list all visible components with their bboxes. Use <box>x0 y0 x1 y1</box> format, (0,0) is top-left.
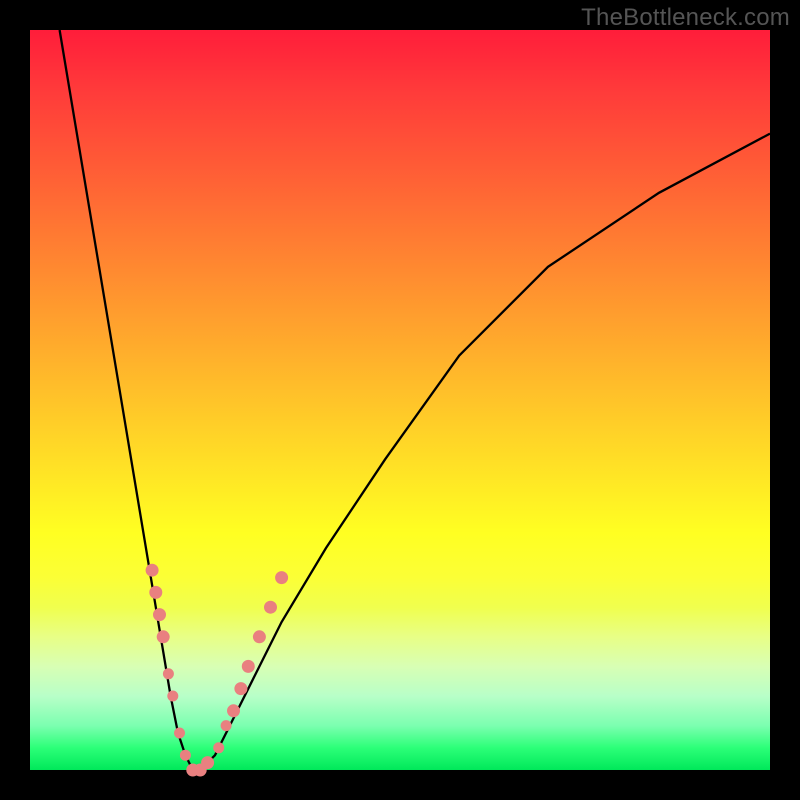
chart-frame: TheBottleneck.com <box>0 0 800 800</box>
watermark-text: TheBottleneck.com <box>581 4 790 32</box>
curve-marker <box>276 572 288 584</box>
bottleneck-curve-svg <box>30 30 770 770</box>
curve-marker <box>214 743 224 753</box>
curve-marker <box>146 564 158 576</box>
curve-markers <box>146 564 288 776</box>
curve-marker <box>202 757 214 769</box>
curve-marker <box>154 609 166 621</box>
curve-marker <box>265 601 277 613</box>
curve-marker <box>175 728 185 738</box>
curve-marker <box>150 586 162 598</box>
curve-marker <box>180 750 190 760</box>
curve-marker <box>253 631 265 643</box>
curve-marker <box>242 660 254 672</box>
curve-marker <box>168 691 178 701</box>
curve-marker <box>235 683 247 695</box>
curve-marker <box>221 721 231 731</box>
curve-marker <box>157 631 169 643</box>
bottleneck-curve-path <box>60 30 770 770</box>
curve-marker <box>228 705 240 717</box>
curve-marker <box>163 669 173 679</box>
plot-area <box>30 30 770 770</box>
